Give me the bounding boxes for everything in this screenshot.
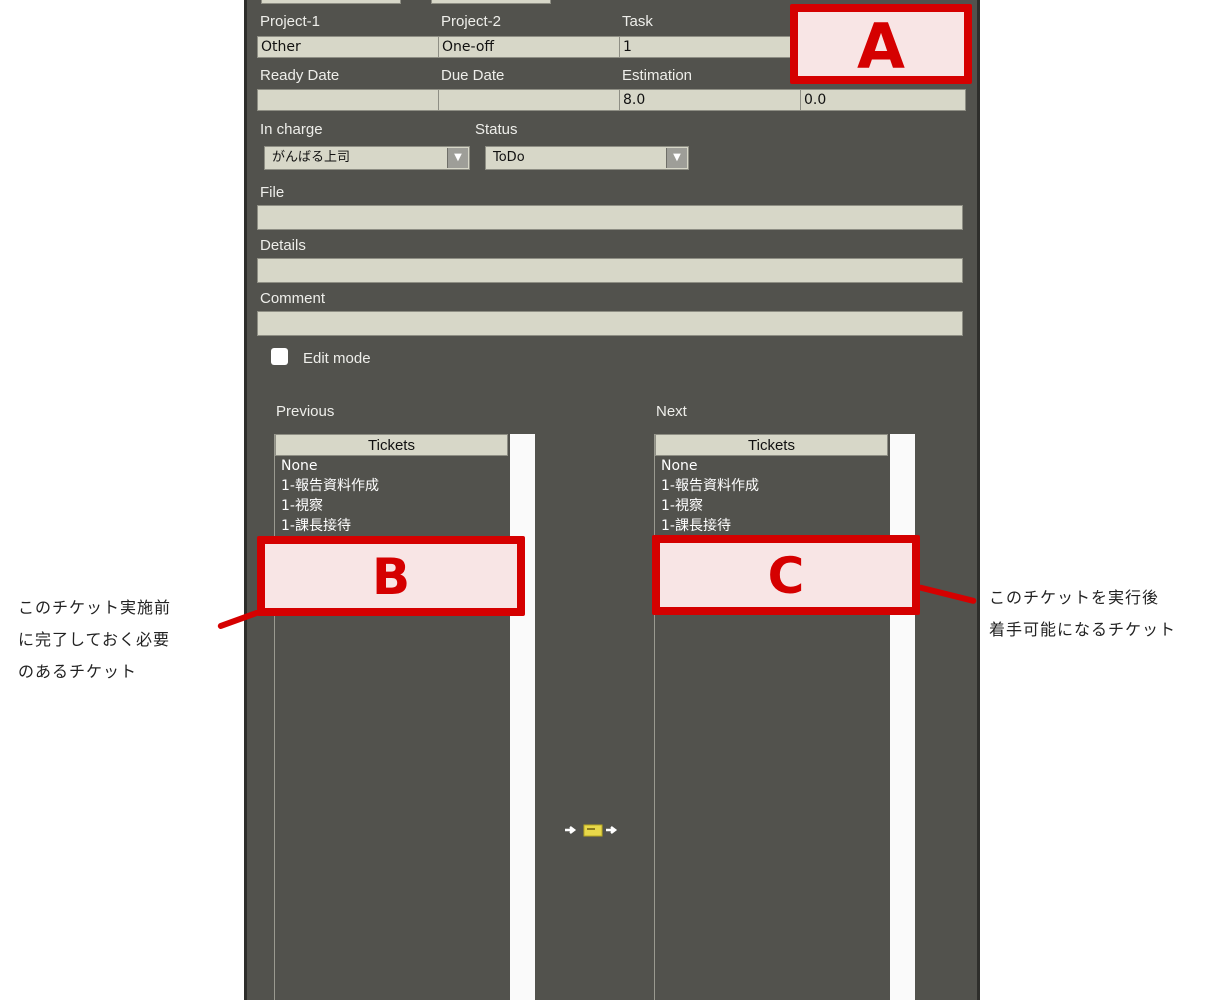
status-select[interactable]: ToDo ▼ (485, 146, 689, 170)
next-tickets-list[interactable]: Tickets None 1-報告資料作成 1-視察 1-課長接待 (654, 434, 888, 1000)
next-tickets-header[interactable]: Tickets (655, 434, 888, 456)
file-field[interactable] (257, 205, 963, 230)
in-charge-value: がんばる上司 (272, 150, 351, 165)
label-ready-date: Ready Date (260, 67, 340, 84)
details-field[interactable] (257, 258, 963, 283)
annotation-box-a: A (790, 4, 972, 84)
arrow-ticket-arrow-icon[interactable] (563, 822, 623, 838)
right-note: このチケットを実行後 着手可能になるチケット (989, 582, 1176, 646)
in-charge-select[interactable]: がんばる上司 ▼ (264, 146, 470, 170)
label-project-1: Project-1 (260, 13, 321, 30)
list-item[interactable]: 1-視察 (275, 496, 508, 516)
status-value: ToDo (493, 150, 525, 165)
estimation-field[interactable]: 8.0 (619, 89, 801, 111)
comment-field[interactable] (257, 311, 963, 336)
due-date-field[interactable] (438, 89, 620, 111)
list-item[interactable]: 1-課長接待 (275, 516, 508, 536)
label-comment: Comment (260, 290, 326, 307)
label-edit-mode: Edit mode (303, 350, 371, 367)
chevron-down-icon: ▼ (447, 148, 468, 168)
edit-mode-checkbox[interactable] (271, 348, 288, 365)
label-file: File (260, 184, 285, 201)
project-1-field[interactable]: Other (257, 36, 439, 58)
label-next: Next (656, 403, 687, 420)
left-note-line: のあるチケット (18, 662, 138, 681)
left-note: このチケット実施前 に完了しておく必要 のあるチケット (18, 592, 171, 688)
right-note-line: 着手可能になるチケット (989, 620, 1177, 639)
label-project-2: Project-2 (441, 13, 502, 30)
label-due-date: Due Date (441, 67, 505, 84)
estimation-2-field[interactable]: 0.0 (800, 89, 966, 111)
list-item[interactable]: None (655, 456, 888, 476)
label-previous: Previous (276, 403, 335, 420)
annotation-label-a: A (857, 10, 905, 83)
label-in-charge: In charge (260, 121, 323, 138)
label-estimation: Estimation (622, 67, 693, 84)
list-item[interactable]: 1-課長接待 (655, 516, 888, 536)
annotation-box-c: C (652, 535, 920, 615)
list-item[interactable]: 1-視察 (655, 496, 888, 516)
label-details: Details (260, 237, 306, 254)
annotation-label-c: C (767, 547, 805, 605)
left-note-line: に完了しておく必要 (18, 630, 171, 649)
left-note-line: このチケット実施前 (18, 598, 172, 617)
next-list-scrollbar[interactable] (890, 434, 915, 1000)
label-status: Status (475, 121, 518, 138)
annotation-box-b: B (257, 536, 525, 616)
list-item[interactable]: 1-報告資料作成 (275, 476, 508, 496)
label-task: Task (622, 13, 653, 30)
top-field-partial-2 (431, 0, 551, 4)
previous-tickets-header[interactable]: Tickets (275, 434, 508, 456)
top-field-partial (261, 0, 401, 4)
ready-date-field[interactable] (257, 89, 439, 111)
previous-tickets-list[interactable]: Tickets None 1-報告資料作成 1-視察 1-課長接待 (274, 434, 508, 1000)
ticket-detail-panel: Project-1 Project-2 Task Other One-off 1… (244, 0, 980, 1000)
annotation-label-b: B (371, 548, 411, 606)
project-2-field[interactable]: One-off (438, 36, 620, 58)
list-item[interactable]: None (275, 456, 508, 476)
list-item[interactable]: 1-報告資料作成 (655, 476, 888, 496)
chevron-down-icon: ▼ (666, 148, 687, 168)
previous-list-scrollbar[interactable] (510, 434, 535, 1000)
right-note-line: このチケットを実行後 (989, 588, 1160, 607)
